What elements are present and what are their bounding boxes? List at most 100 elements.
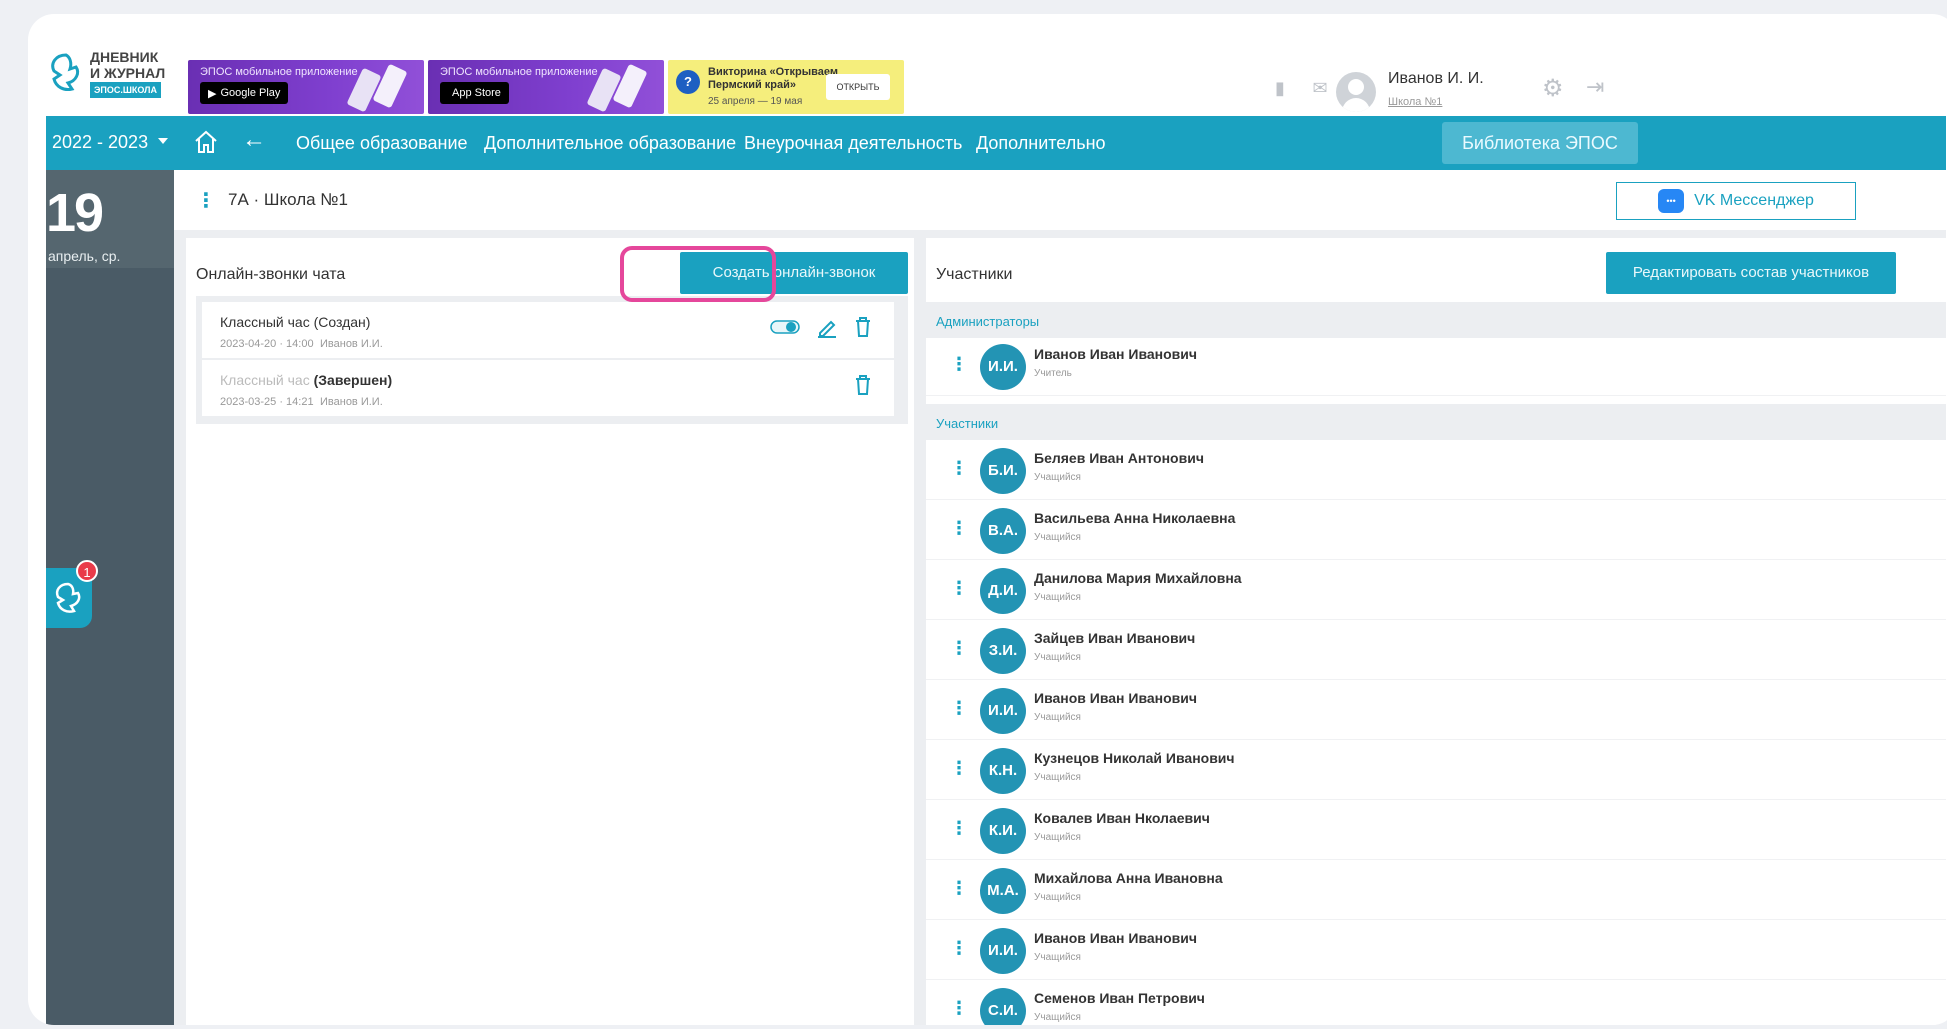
logo-line1: ДНЕВНИК	[90, 48, 159, 65]
member-row[interactable]: ⋮ Б.И. Беляев Иван Антонович Учащийся	[926, 442, 1946, 500]
kebab-menu-icon[interactable]: ⋮	[950, 998, 968, 1019]
trash-icon[interactable]	[854, 374, 872, 396]
member-name: Данилова Мария Михайловна	[1034, 570, 1242, 586]
kebab-menu-icon[interactable]: ⋮	[950, 938, 968, 959]
member-row[interactable]: ⋮ М.А. Михайлова Анна Ивановна Учащийся	[926, 862, 1946, 920]
avatar: З.И.	[980, 628, 1026, 674]
nav-additional[interactable]: Дополнительно	[976, 133, 1106, 154]
vk-messenger-button[interactable]: ••• VK Мессенджер	[1616, 182, 1856, 220]
call-date: 2023-03-25 · 14:21	[220, 396, 314, 408]
chevron-down-icon[interactable]	[158, 138, 168, 144]
nav-extracurricular[interactable]: Внеурочная деятельность	[744, 133, 962, 154]
chat-icon[interactable]: ▮	[1268, 78, 1292, 98]
avatar: К.И.	[980, 808, 1026, 854]
gear-icon[interactable]: ⚙	[1542, 74, 1564, 103]
promo-title: ЭПОС мобильное приложение	[200, 66, 358, 78]
app-window: ДНЕВНИК И ЖУРНАЛ ЭПОС.ШКОЛА ЭПОС мобильн…	[46, 34, 1946, 1025]
promo-google-play[interactable]: ЭПОС мобильное приложение ▶ Google Play	[188, 60, 424, 114]
calls-list: Классный час (Создан) 2023-04-20 · 14:00…	[196, 296, 908, 424]
kebab-menu-icon[interactable]: ⋮	[196, 188, 216, 213]
create-call-button[interactable]: Создать онлайн-звонок	[680, 252, 908, 294]
kebab-menu-icon[interactable]: ⋮	[950, 354, 968, 375]
member-role: Учитель	[1034, 368, 1072, 379]
day-number: 19	[46, 183, 104, 243]
member-row[interactable]: ⋮ И.И. Иванов Иван Иванович Учащийся	[926, 682, 1946, 740]
home-icon[interactable]	[192, 128, 220, 156]
avatar: Б.И.	[980, 448, 1026, 494]
kebab-menu-icon[interactable]: ⋮	[950, 578, 968, 599]
avatar: И.И.	[980, 688, 1026, 734]
back-arrow-icon[interactable]: ←	[242, 126, 266, 154]
vk-icon: •••	[1658, 189, 1685, 213]
member-row[interactable]: ⋮ К.Н. Кузнецов Николай Иванович Учащийс…	[926, 742, 1946, 800]
section-members: Участники	[926, 404, 1946, 440]
kebab-menu-icon[interactable]: ⋮	[950, 518, 968, 539]
messenger-icon	[55, 582, 81, 613]
user-name[interactable]: Иванов И. И.	[1388, 70, 1484, 88]
section-admins: Администраторы	[926, 302, 1946, 338]
member-name: Иванов Иван Иванович	[1034, 690, 1198, 706]
vk-messenger-label: VK Мессенджер	[1694, 192, 1814, 209]
user-school-link[interactable]: Школа №1	[1388, 96, 1442, 108]
mail-icon[interactable]: ✉	[1308, 78, 1332, 98]
toggle-switch[interactable]	[770, 319, 800, 335]
quiz-date: 25 апреля — 19 мая	[708, 96, 803, 107]
member-role: Учащийся	[1034, 1012, 1081, 1023]
member-name: Беляев Иван Антонович	[1034, 450, 1204, 466]
kebab-menu-icon[interactable]: ⋮	[950, 818, 968, 839]
panel-title: Участники	[936, 266, 1013, 283]
app-logo[interactable]: ДНЕВНИК И ЖУРНАЛ ЭПОС.ШКОЛА	[46, 42, 181, 104]
logo-line2: И ЖУРНАЛ	[90, 64, 166, 81]
avatar: М.А.	[980, 868, 1026, 914]
quiz-open-button[interactable]: ОТКРЫТЬ	[826, 74, 890, 100]
member-row[interactable]: ⋮ И.И. Иванов Иван Иванович Учащийся	[926, 922, 1946, 980]
logout-icon[interactable]: ⇥	[1586, 74, 1604, 100]
online-calls-panel: Онлайн-звонки чата Создать онлайн-звонок…	[186, 238, 914, 1025]
member-row[interactable]: ⋮ И.И. Иванов Иван Иванович Учитель	[926, 338, 1946, 396]
member-role: Учащийся	[1034, 892, 1081, 903]
member-row[interactable]: ⋮ В.А. Васильева Анна Николаевна Учащийс…	[926, 502, 1946, 560]
kebab-menu-icon[interactable]: ⋮	[950, 878, 968, 899]
main-content: Онлайн-звонки чата Создать онлайн-звонок…	[174, 230, 1946, 1025]
play-icon: ▶	[208, 87, 217, 100]
phones-illustration	[347, 64, 407, 112]
call-item[interactable]: Классный час (Создан) 2023-04-20 · 14:00…	[202, 302, 894, 358]
call-name: Классный час (Создан)	[220, 314, 371, 330]
user-avatar[interactable]	[1336, 72, 1376, 112]
call-item[interactable]: Классный час (Завершен) 2023-03-25 · 14:…	[202, 360, 894, 416]
member-role: Учащийся	[1034, 772, 1081, 783]
avatar: Д.И.	[980, 568, 1026, 614]
promo-app-store[interactable]: ЭПОС мобильное приложение App Store	[428, 60, 664, 114]
member-name: Васильева Анна Николаевна	[1034, 510, 1236, 526]
panel-title: Онлайн-звонки чата	[196, 266, 346, 283]
promo-title: ЭПОС мобильное приложение	[440, 66, 598, 78]
member-row[interactable]: ⋮ К.И. Ковалев Иван Нколаевич Учащийся	[926, 802, 1946, 860]
member-role: Учащийся	[1034, 952, 1081, 963]
promo-quiz[interactable]: ? Викторина «Открываем Пермский край» 25…	[668, 60, 904, 114]
trash-icon[interactable]	[854, 316, 872, 338]
left-rail: 19 апрель, ср. 1	[46, 170, 174, 1025]
logo-icon	[46, 49, 86, 97]
year-selector[interactable]: 2022 - 2023	[52, 132, 148, 153]
app-store-badge: App Store	[440, 82, 509, 104]
member-name: Зайцев Иван Иванович	[1034, 630, 1196, 646]
nav-general-education[interactable]: Общее образование	[296, 133, 468, 154]
nav-additional-education[interactable]: Дополнительное образование	[484, 133, 736, 154]
top-bar: ДНЕВНИК И ЖУРНАЛ ЭПОС.ШКОЛА ЭПОС мобильн…	[46, 34, 1946, 114]
kebab-menu-icon[interactable]: ⋮	[950, 638, 968, 659]
avatar: В.А.	[980, 508, 1026, 554]
member-row[interactable]: ⋮ З.И. Зайцев Иван Иванович Учащийся	[926, 622, 1946, 680]
kebab-menu-icon[interactable]: ⋮	[950, 758, 968, 779]
member-name: Иванов Иван Иванович	[1034, 930, 1198, 946]
member-row[interactable]: ⋮ С.И. Семенов Иван Петрович Учащийся	[926, 982, 1946, 1025]
member-name: Ковалев Иван Нколаевич	[1034, 810, 1210, 826]
logo-line3: ЭПОС.ШКОЛА	[90, 81, 161, 98]
avatar: К.Н.	[980, 748, 1026, 794]
edit-members-button[interactable]: Редактировать состав участников	[1606, 252, 1896, 294]
edit-pencil-icon[interactable]	[816, 316, 838, 338]
member-row[interactable]: ⋮ Д.И. Данилова Мария Михайловна Учащийс…	[926, 562, 1946, 620]
kebab-menu-icon[interactable]: ⋮	[950, 458, 968, 479]
member-role: Учащийся	[1034, 532, 1081, 543]
library-button[interactable]: Библиотека ЭПОС	[1442, 122, 1638, 164]
kebab-menu-icon[interactable]: ⋮	[950, 698, 968, 719]
